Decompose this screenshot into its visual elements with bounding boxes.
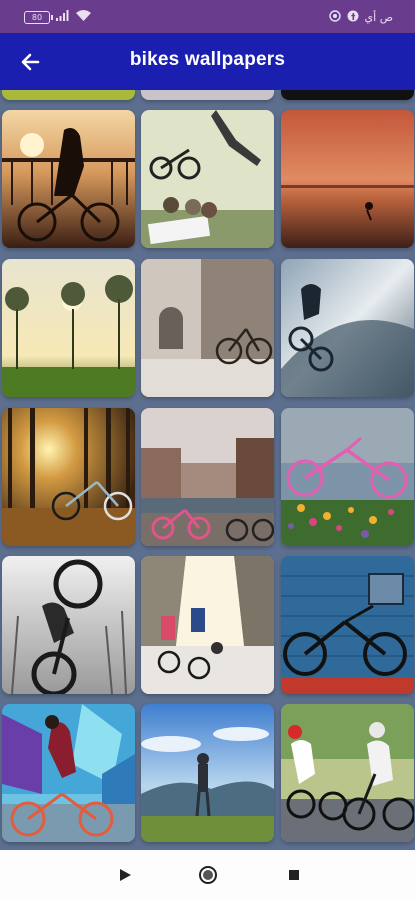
whatsapp-icon (328, 10, 341, 25)
wallpaper-tile-graffiti-wall-cyclist[interactable] (2, 704, 135, 842)
recents-square-icon (289, 870, 299, 880)
wallpaper-tile-red-sky-beach-cyclist[interactable] (281, 110, 414, 248)
status-right: ص أي (328, 10, 393, 25)
home-circle-icon (199, 866, 217, 884)
signal-icon (56, 10, 70, 24)
page-title: bikes wallpapers (129, 49, 286, 70)
nav-home-button[interactable] (196, 863, 220, 887)
wallpaper-tile-bmx-jump-slide-box[interactable] (141, 110, 274, 248)
wallpaper-tile-road-cyclists-race[interactable] (281, 704, 414, 842)
wallpaper-tile-autumn-forest-bike[interactable] (2, 408, 135, 546)
wallpaper-tile-bike-old-town-street[interactable] (141, 259, 274, 397)
wallpaper-grid[interactable] (0, 90, 415, 850)
wallpaper-tile-peek[interactable] (141, 90, 274, 100)
wallpaper-tile-sunset-cyclist-railing[interactable] (2, 110, 135, 248)
system-nav-bar (0, 850, 415, 900)
wallpaper-tile-mountain-view-cyclist[interactable] (141, 704, 274, 842)
carrier-text: ص أي (364, 11, 393, 24)
facebook-icon (347, 10, 359, 25)
status-left: 80 (24, 10, 91, 24)
wallpaper-tile-peek[interactable] (281, 90, 414, 100)
status-bar: 80 ص أي (0, 0, 415, 33)
wallpaper-tile-mountain-bike-jump-bw[interactable] (2, 556, 135, 694)
app-bar: bikes wallpapers (0, 33, 415, 90)
back-triangle-icon (120, 869, 131, 881)
wallpaper-tile-black-bike-blue-wall[interactable] (281, 556, 414, 694)
wallpaper-tile-peek[interactable] (2, 90, 135, 100)
battery-level: 80 (31, 12, 43, 22)
wallpaper-tile-pink-bike-canal[interactable] (141, 408, 274, 546)
battery-icon: 80 (24, 10, 53, 24)
wallpaper-tile-bmx-stormy-sky[interactable] (281, 259, 414, 397)
wallpaper-tile-trees-silhouette-sunrise[interactable] (2, 259, 135, 397)
nav-recents-button[interactable] (282, 863, 306, 887)
nav-back-button[interactable] (113, 863, 137, 887)
wifi-icon (76, 10, 91, 24)
wallpaper-tile-pink-bike-flowers[interactable] (281, 408, 414, 546)
wallpaper-tile-city-street-cyclists[interactable] (141, 556, 274, 694)
